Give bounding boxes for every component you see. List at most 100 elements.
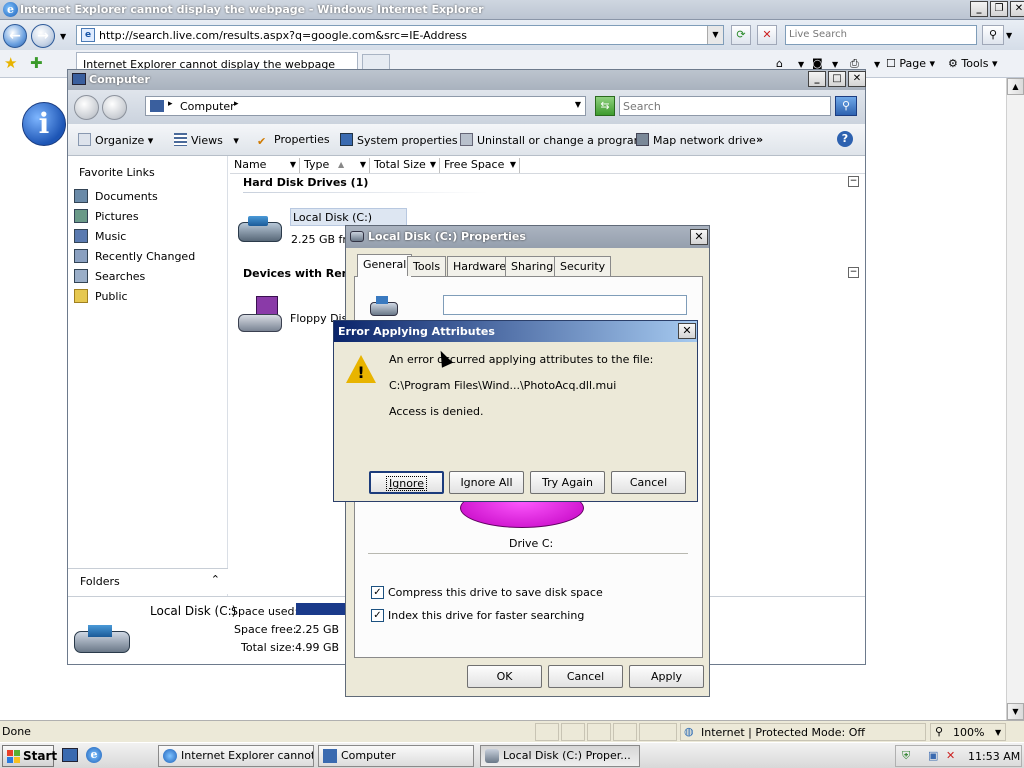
column-header-type[interactable]: Type ▲ ▼ xyxy=(300,158,370,173)
refresh-icon[interactable]: ⟳ xyxy=(731,25,751,45)
tab-security[interactable]: Security xyxy=(554,256,612,276)
taskbar-item-ie[interactable]: Internet Explorer cannot... xyxy=(158,745,314,767)
network-icon[interactable]: ▣ xyxy=(928,749,938,762)
search-options-dropdown-icon[interactable]: ▼ xyxy=(1006,31,1012,40)
address-history-dropdown-icon[interactable]: ▼ xyxy=(575,100,581,109)
column-header-name[interactable]: Name ▼ xyxy=(230,158,300,173)
computer-icon xyxy=(323,749,337,763)
taskbar-item-computer[interactable]: Computer xyxy=(318,745,474,767)
system-properties-button[interactable]: System properties xyxy=(340,133,458,147)
vertical-scrollbar[interactable]: ▲ ▼ xyxy=(1006,78,1024,720)
address-dropdown-icon[interactable]: ▼ xyxy=(707,26,723,44)
network-drive-icon xyxy=(636,133,649,146)
volume-muted-icon[interactable]: ✕ xyxy=(946,749,955,762)
local-disk-large-icon xyxy=(74,625,132,655)
error-close-button[interactable]: ✕ xyxy=(678,323,696,339)
uninstall-program-button[interactable]: Uninstall or change a program xyxy=(460,133,644,147)
explorer-minimize-button[interactable]: _ xyxy=(808,71,826,87)
drive-label-input[interactable] xyxy=(443,295,687,315)
favorite-link-pictures[interactable]: Pictures xyxy=(74,209,139,223)
forward-button[interactable]: → xyxy=(31,24,55,48)
explorer-search-input[interactable]: Search xyxy=(619,96,831,116)
favorite-link-recently-changed[interactable]: Recently Changed xyxy=(74,249,195,263)
explorer-maximize-button[interactable]: □ xyxy=(828,71,846,87)
explorer-close-button[interactable]: ✕ xyxy=(848,71,866,87)
breadcrumb[interactable]: Computer xyxy=(180,100,235,113)
collapse-group-icon[interactable]: − xyxy=(848,176,859,187)
taskbar: Start e Internet Explorer cannot... Comp… xyxy=(0,742,1024,768)
scroll-up-icon[interactable]: ▲ xyxy=(1007,78,1024,95)
status-cell xyxy=(587,723,611,741)
show-desktop-icon[interactable] xyxy=(62,748,78,762)
ignore-all-button[interactable]: Ignore All xyxy=(449,471,524,494)
views-button[interactable]: Views ▾ xyxy=(174,133,239,147)
scroll-down-icon[interactable]: ▼ xyxy=(1007,703,1024,720)
index-drive-checkbox[interactable]: ✓ xyxy=(371,609,384,622)
check-icon: ✔ xyxy=(257,135,267,148)
address-bar[interactable]: e http://search.live.com/results.aspx?q=… xyxy=(76,25,724,45)
add-favorite-icon[interactable]: ✚ xyxy=(30,54,43,72)
minimize-button[interactable]: _ xyxy=(970,1,988,17)
apply-button[interactable]: Apply xyxy=(629,665,704,688)
home-dropdown-icon[interactable]: ▼ xyxy=(798,60,804,69)
error-detail: Access is denied. xyxy=(389,405,484,418)
recent-pages-dropdown-icon[interactable]: ▼ xyxy=(60,32,66,41)
favorites-star-icon[interactable]: ★ xyxy=(4,54,17,72)
group-heading-hard-disk-drives[interactable]: Hard Disk Drives (1) xyxy=(243,176,368,189)
favorite-link-documents[interactable]: Documents xyxy=(74,189,158,203)
column-header-label: Name xyxy=(234,158,267,171)
live-search-input[interactable]: Live Search xyxy=(785,25,977,45)
compress-drive-checkbox[interactable]: ✓ xyxy=(371,586,384,599)
properties-button[interactable]: ✔ Properties xyxy=(257,133,330,148)
collapse-group-icon[interactable]: − xyxy=(848,267,859,278)
start-button[interactable]: Start xyxy=(2,745,57,767)
breadcrumb-arrow-icon[interactable]: ▸ xyxy=(168,99,173,109)
tab-tools[interactable]: Tools xyxy=(407,256,447,276)
search-icon[interactable]: ⚲ xyxy=(982,25,1004,45)
error-cancel-button[interactable]: Cancel xyxy=(611,471,686,494)
explorer-forward-button[interactable] xyxy=(102,95,127,120)
tab-sharing[interactable]: Sharing xyxy=(505,256,560,276)
tools-menu[interactable]: ⚙ Tools ▾ xyxy=(948,57,998,70)
explorer-back-button[interactable] xyxy=(74,95,99,120)
favorite-link-public[interactable]: Public xyxy=(74,289,128,303)
explorer-address-bar[interactable]: ▸ Computer ▸ ▼ xyxy=(145,96,586,116)
page-menu[interactable]: ☐ Page ▾ xyxy=(886,57,935,70)
breadcrumb-arrow-icon[interactable]: ▸ xyxy=(234,99,239,109)
close-button[interactable]: ✕ xyxy=(1010,1,1024,17)
properties-close-button[interactable]: ✕ xyxy=(690,229,708,245)
taskbar-item-label: Local Disk (C:) Proper... xyxy=(503,749,631,762)
favorite-link-searches[interactable]: Searches xyxy=(74,269,145,283)
restore-button[interactable]: ❐ xyxy=(990,1,1008,17)
clock[interactable]: 11:53 AM xyxy=(968,750,1020,763)
group-heading-removable-devices[interactable]: Devices with Remo xyxy=(243,267,361,280)
column-header-total-size[interactable]: Total Size ▼ xyxy=(370,158,440,173)
ok-button[interactable]: OK xyxy=(467,665,542,688)
cancel-button[interactable]: Cancel xyxy=(548,665,623,688)
favorite-link-music[interactable]: Music xyxy=(74,229,126,243)
tab-general[interactable]: General xyxy=(357,254,413,277)
ignore-button[interactable]: Ignore xyxy=(369,471,444,494)
print-dropdown-icon[interactable]: ▼ xyxy=(874,60,880,69)
try-again-button[interactable]: Try Again xyxy=(530,471,605,494)
favorite-link-label: Searches xyxy=(95,270,146,283)
ie-quicklaunch-icon[interactable]: e xyxy=(86,747,102,763)
stop-icon[interactable]: ✕ xyxy=(757,25,777,45)
help-icon[interactable]: ? xyxy=(837,131,853,147)
taskbar-item-properties[interactable]: Local Disk (C:) Proper... xyxy=(480,745,640,767)
column-header-free-space[interactable]: Free Space ▼ xyxy=(440,158,520,173)
organize-label: Organize xyxy=(95,134,145,147)
organize-button[interactable]: Organize ▾ xyxy=(78,133,153,147)
feeds-dropdown-icon[interactable]: ▼ xyxy=(832,60,838,69)
back-button[interactable]: ← xyxy=(3,24,27,48)
search-icon[interactable]: ⚲ xyxy=(835,96,857,116)
security-shield-icon[interactable]: ⛨ xyxy=(902,749,910,763)
more-commands-button[interactable]: » xyxy=(756,133,763,146)
tab-hardware[interactable]: Hardware xyxy=(447,256,513,276)
zoom-control[interactable]: ⚲ 100% ▼ xyxy=(930,723,1006,741)
map-network-drive-button[interactable]: Map network drive xyxy=(636,133,756,147)
local-disk-item[interactable]: Local Disk (C:) xyxy=(290,208,407,226)
refresh-icon[interactable]: ⇆ xyxy=(595,96,615,116)
security-zone[interactable]: ◍ Internet | Protected Mode: Off xyxy=(680,723,926,741)
folders-toggle[interactable]: Folders ⌃ xyxy=(68,568,228,594)
